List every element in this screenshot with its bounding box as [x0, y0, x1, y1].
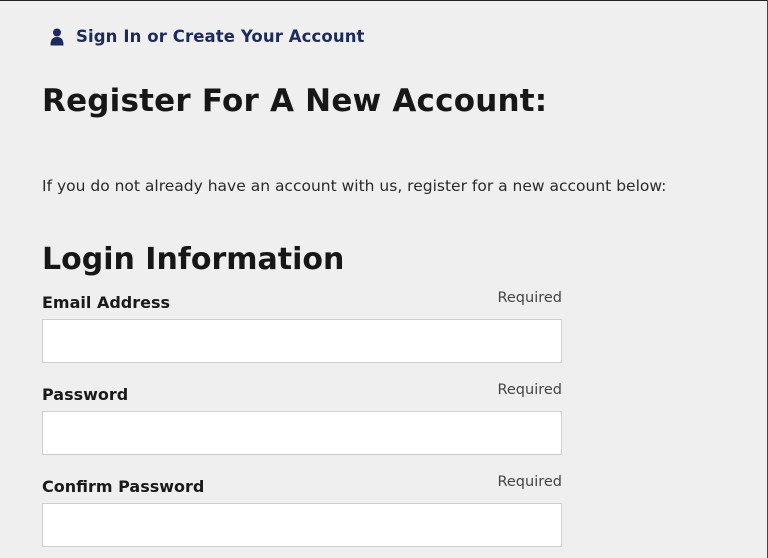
email-label: Email Address [42, 293, 171, 312]
password-required-label: Required [497, 382, 562, 398]
confirm-password-label: Confirm Password [42, 477, 205, 496]
confirm-password-required-label: Required [497, 474, 562, 490]
intro-text: If you do not already have an account wi… [42, 177, 667, 195]
email-input[interactable] [42, 319, 562, 363]
email-required-label: Required [497, 290, 562, 306]
password-label: Password [42, 385, 129, 404]
signin-link[interactable]: Sign In or Create Your Account [50, 27, 365, 46]
confirm-password-input[interactable] [42, 503, 562, 547]
password-input[interactable] [42, 411, 562, 455]
page-title: Register For A New Account: [42, 83, 548, 119]
user-icon [50, 28, 64, 46]
top-border [0, 0, 768, 1]
signin-link-label: Sign In or Create Your Account [76, 27, 365, 46]
section-title-login: Login Information [42, 242, 345, 277]
